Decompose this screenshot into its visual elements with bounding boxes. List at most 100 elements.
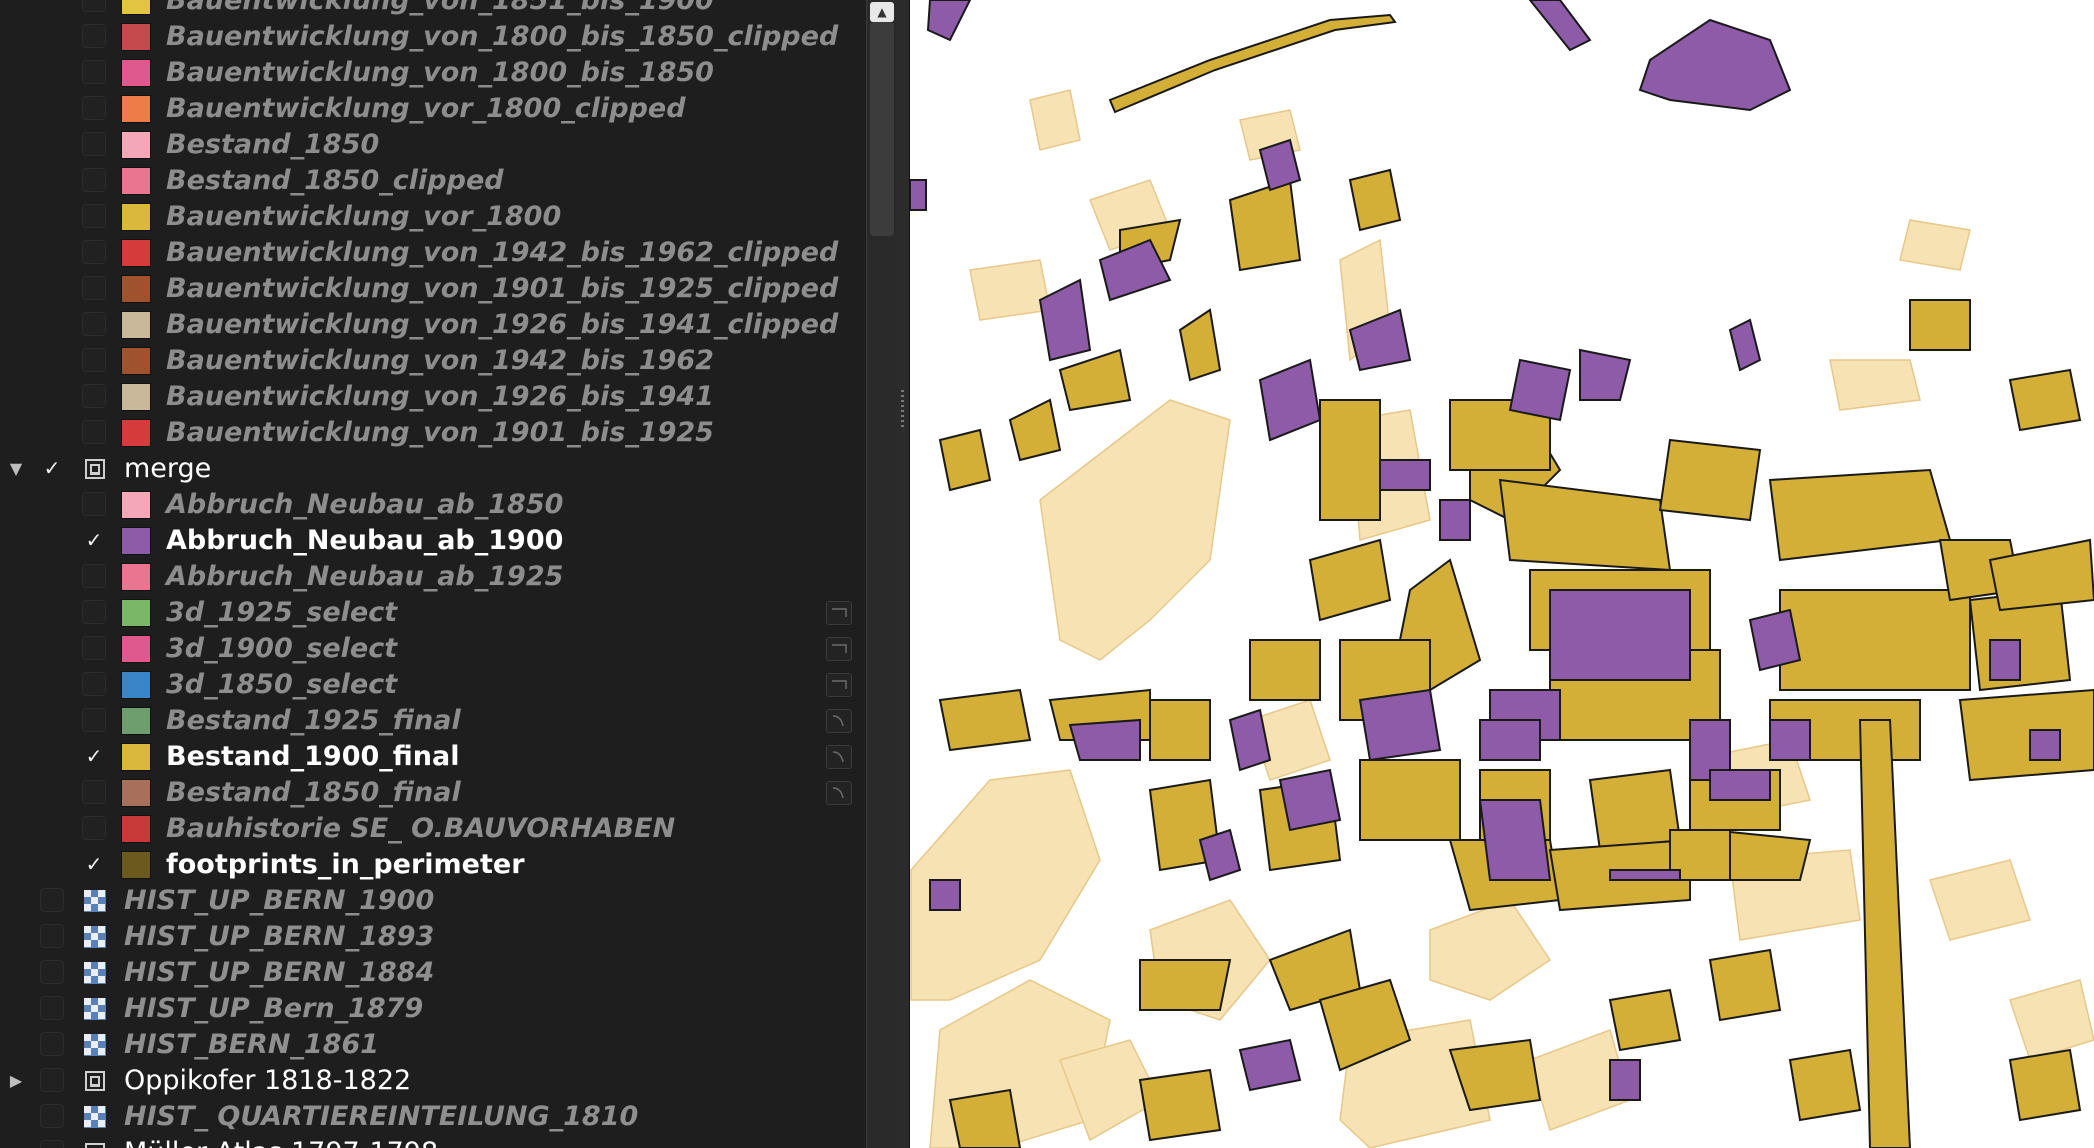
- layer-visibility-checkbox[interactable]: [82, 204, 106, 228]
- layer-visibility-checkbox[interactable]: [40, 1104, 64, 1128]
- layer-visibility-checkbox[interactable]: [82, 132, 106, 156]
- raster-layer-row[interactable]: HIST_UP_Bern_1879: [0, 991, 866, 1027]
- expand-oppikofer-arrow-icon[interactable]: ▶: [6, 1063, 26, 1099]
- layer-symbol-swatch: [121, 599, 151, 627]
- layer-row[interactable]: 3d_1925_select: [0, 595, 866, 631]
- layer-row[interactable]: Abbruch_Neubau_ab_1925: [0, 559, 866, 595]
- layer-visibility-checkbox[interactable]: [82, 60, 106, 84]
- group-row-merge[interactable]: ▼ ✓ merge: [0, 451, 866, 487]
- layer-label: Bauentwicklung_vor_1800_clipped: [166, 93, 686, 124]
- layer-row[interactable]: Bauentwicklung_von_1942_bis_1962: [0, 343, 866, 379]
- layer-row[interactable]: Bauhistorie SE_ O.BAUVORHABEN: [0, 811, 866, 847]
- layer-visibility-checkbox[interactable]: [82, 312, 106, 336]
- layer-visibility-checkbox[interactable]: [82, 420, 106, 444]
- rebuilt-building: [1068, 718, 1141, 761]
- raster-layer-icon: [83, 925, 107, 949]
- current-building: [1228, 178, 1302, 272]
- scroll-up-arrow-icon[interactable]: ▲: [870, 2, 894, 22]
- layer-visibility-checkbox[interactable]: [40, 888, 64, 912]
- layer-visibility-checkbox[interactable]: [82, 240, 106, 264]
- current-building: [1178, 308, 1222, 382]
- layer-row[interactable]: Bestand_1925_final: [0, 703, 866, 739]
- old-building: [2009, 979, 2094, 1061]
- layer-visibility-checkbox[interactable]: [82, 492, 106, 516]
- raster-layer-row[interactable]: HIST_UP_BERN_1884: [0, 955, 866, 991]
- layer-label: merge: [124, 453, 212, 484]
- layer-visibility-checkbox[interactable]: [40, 924, 64, 948]
- raster-layer-row[interactable]: HIST_BERN_1861: [0, 1027, 866, 1063]
- layer-visibility-checkbox[interactable]: [82, 780, 106, 804]
- layer-symbol-swatch: [121, 563, 151, 591]
- layer-row[interactable]: Bestand_1850_final: [0, 775, 866, 811]
- layer-row[interactable]: Bauentwicklung_von_1942_bis_1962_clipped: [0, 235, 866, 271]
- layer-visibility-checkbox[interactable]: [82, 564, 106, 588]
- raster-layer-icon: [83, 1105, 107, 1129]
- layer-symbol-swatch: [121, 23, 151, 51]
- layer-visibility-checkbox[interactable]: [82, 0, 106, 12]
- layer-label: Abbruch_Neubau_ab_1850: [166, 489, 564, 520]
- current-building: [1308, 538, 1392, 622]
- layer-row[interactable]: Abbruch_Neubau_ab_1850: [0, 487, 866, 523]
- old-building: [1039, 399, 1231, 661]
- layer-visibility-checkbox[interactable]: [40, 1032, 64, 1056]
- layer-visibility-checkbox[interactable]: ✓: [82, 528, 106, 552]
- layer-label: Bauentwicklung_von_1901_bis_1925: [166, 417, 714, 448]
- layer-row[interactable]: Bauentwicklung_von_1926_bis_1941: [0, 379, 866, 415]
- group-visibility-checkbox[interactable]: ✓: [40, 456, 64, 480]
- rebuilt-building: [1439, 499, 1471, 541]
- layer-row[interactable]: ✓ Bestand_1900_final: [0, 739, 866, 775]
- rebuilt-building: [1358, 688, 1442, 762]
- layer-row[interactable]: Bauentwicklung_von_1901_bis_1925: [0, 415, 866, 451]
- layer-visibility-checkbox[interactable]: [82, 384, 106, 408]
- layer-visibility-checkbox[interactable]: [82, 276, 106, 300]
- scale-visibility-box-icon: [826, 601, 852, 625]
- expand-merge-arrow-icon[interactable]: ▼: [6, 451, 26, 487]
- old-building: [1929, 859, 2031, 941]
- group-visibility-checkbox[interactable]: [40, 1068, 64, 1092]
- layer-row[interactable]: 3d_1850_select: [0, 667, 866, 703]
- layer-row[interactable]: Bauentwicklung_von_1800_bis_1850: [0, 55, 866, 91]
- layer-visibility-checkbox[interactable]: [82, 600, 106, 624]
- map-canvas[interactable]: [910, 0, 2094, 1148]
- layer-visibility-checkbox[interactable]: [40, 996, 64, 1020]
- layer-row[interactable]: Bauentwicklung_von_1800_bis_1850_clipped: [0, 19, 866, 55]
- layer-visibility-checkbox[interactable]: ✓: [82, 852, 106, 876]
- layer-row[interactable]: Bauentwicklung_vor_1800_clipped: [0, 91, 866, 127]
- layer-row[interactable]: 3d_1900_select: [0, 631, 866, 667]
- scroll-thumb[interactable]: [870, 22, 894, 236]
- layer-visibility-checkbox[interactable]: [82, 24, 106, 48]
- layer-row[interactable]: ✓ footprints_in_perimeter: [0, 847, 866, 883]
- layer-visibility-checkbox[interactable]: [82, 348, 106, 372]
- layer-row[interactable]: Bestand_1850: [0, 127, 866, 163]
- group-row-mueller[interactable]: Müller Atlas 1797-1798: [0, 1135, 866, 1148]
- current-building: [948, 1088, 1022, 1148]
- layer-row[interactable]: Bauentwicklung_von_1901_bis_1925_clipped: [0, 271, 866, 307]
- layer-visibility-checkbox[interactable]: [82, 708, 106, 732]
- layer-visibility-checkbox[interactable]: [82, 168, 106, 192]
- current-building: [1348, 168, 1402, 232]
- layer-group-icon: [83, 1069, 107, 1093]
- group-row-oppikofer[interactable]: ▶ Oppikofer 1818-1822: [0, 1063, 866, 1099]
- layer-symbol-swatch: [121, 707, 151, 735]
- layer-row[interactable]: ✓ Abbruch_Neubau_ab_1900: [0, 523, 866, 559]
- old-building: [1829, 359, 1921, 411]
- layer-row[interactable]: Bauentwicklung_von_1851_bis_1900: [0, 0, 866, 19]
- layer-row[interactable]: Bauentwicklung_vor_1800: [0, 199, 866, 235]
- rebuilt-building: [1709, 769, 1771, 801]
- layer-symbol-swatch: [121, 239, 151, 267]
- layers-scrollbar[interactable]: ▲: [866, 0, 896, 1148]
- panel-splitter[interactable]: [896, 0, 910, 1148]
- layer-visibility-checkbox[interactable]: ✓: [82, 744, 106, 768]
- layer-visibility-checkbox[interactable]: [40, 960, 64, 984]
- layer-visibility-checkbox[interactable]: [82, 636, 106, 660]
- raster-layer-row[interactable]: HIST_UP_BERN_1900: [0, 883, 866, 919]
- layer-group-icon: [83, 1141, 107, 1148]
- layer-visibility-checkbox[interactable]: [82, 816, 106, 840]
- layer-visibility-checkbox[interactable]: [82, 96, 106, 120]
- layer-row[interactable]: Bauentwicklung_von_1926_bis_1941_clipped: [0, 307, 866, 343]
- raster-layer-row[interactable]: HIST_UP_BERN_1893: [0, 919, 866, 955]
- group-visibility-checkbox[interactable]: [40, 1140, 64, 1148]
- layer-row[interactable]: Bestand_1850_clipped: [0, 163, 866, 199]
- layer-visibility-checkbox[interactable]: [82, 672, 106, 696]
- raster-layer-row[interactable]: HIST_ QUARTIEREINTEILUNG_1810: [0, 1099, 866, 1135]
